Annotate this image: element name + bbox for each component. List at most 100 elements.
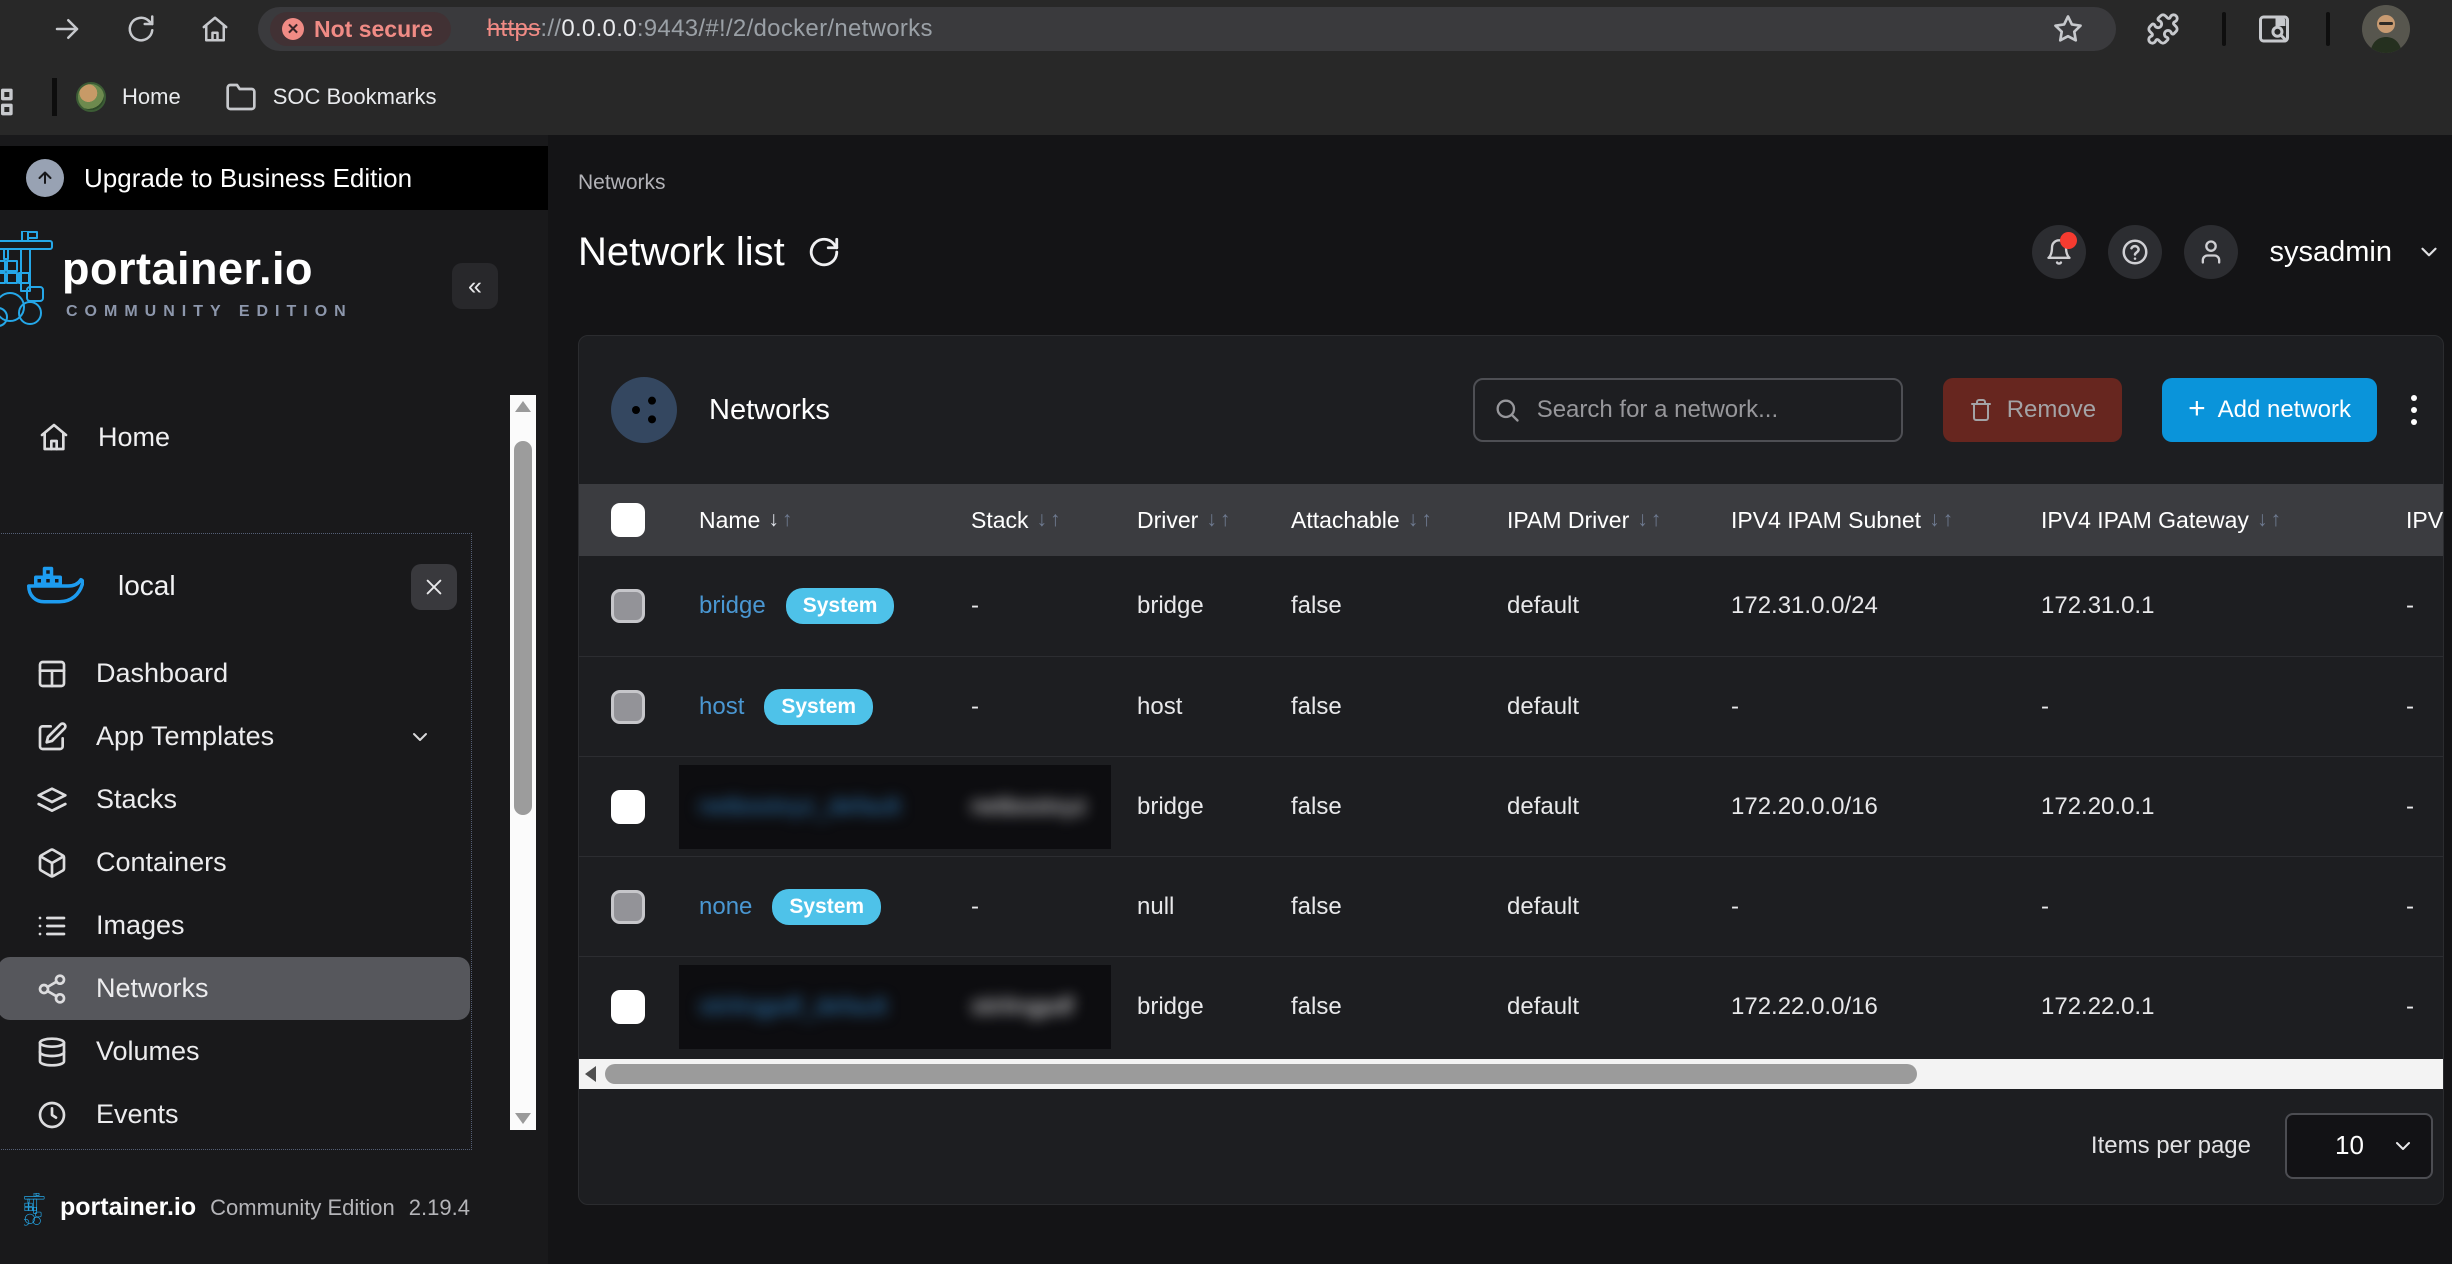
scroll-up-icon[interactable]	[515, 401, 531, 412]
docker-whale-icon	[26, 565, 84, 607]
scrollbar-thumb[interactable]	[514, 441, 532, 815]
toolbar-separator	[2222, 12, 2226, 46]
volumes-icon	[36, 1036, 68, 1068]
column-header-ipv4-ipam-gateway[interactable]: IPV4 IPAM Gateway↓↑	[2041, 507, 2406, 534]
horizontal-scrollbar-thumb[interactable]	[605, 1064, 1917, 1084]
apps-grid-icon[interactable]	[0, 82, 26, 122]
network-name-cell: stirlingpdf_default	[699, 993, 971, 1021]
items-per-page-select[interactable]: 10	[2285, 1113, 2433, 1179]
reload-icon[interactable]	[126, 14, 156, 44]
breadcrumb[interactable]: Networks	[578, 171, 666, 195]
forward-icon[interactable]	[52, 14, 82, 44]
footer-version: 2.19.4	[409, 1195, 470, 1221]
sort-asc-icon: ↑	[1050, 508, 1061, 532]
network-name-link[interactable]: none	[699, 893, 752, 921]
scroll-left-icon[interactable]	[585, 1066, 596, 1082]
sort-asc-icon: ↑	[1421, 508, 1432, 532]
browser-home-icon[interactable]	[200, 14, 230, 44]
attachable-cell: false	[1291, 693, 1507, 721]
ipv4-gateway-cell: 172.31.0.1	[2041, 592, 2406, 620]
row-checkbox[interactable]	[611, 790, 645, 824]
network-name-link[interactable]: stirlingpdf_default	[699, 993, 887, 1021]
extensions-icon[interactable]	[2146, 12, 2180, 46]
upgrade-banner[interactable]: Upgrade to Business Edition	[0, 146, 548, 210]
system-badge: System	[786, 588, 895, 624]
column-header-ipam-driver[interactable]: IPAM Driver↓↑	[1507, 507, 1731, 534]
sidebar-item-volumes[interactable]: Volumes	[0, 1020, 470, 1083]
items-per-page-value: 10	[2335, 1130, 2364, 1161]
close-icon[interactable]	[411, 564, 457, 610]
sidebar-item-label: App Templates	[96, 721, 274, 752]
panel-header: Networks Remove +	[579, 336, 2443, 484]
attachable-cell: false	[1291, 793, 1507, 821]
sidebar-item-home[interactable]: Home	[0, 407, 472, 467]
sidebar-item-stacks[interactable]: Stacks	[0, 768, 470, 831]
column-header-name[interactable]: Name↓↑	[699, 507, 971, 534]
side-panel-search-icon[interactable]	[2256, 11, 2292, 47]
refresh-icon[interactable]	[807, 235, 841, 269]
sort-asc-icon: ↑	[2270, 508, 2281, 532]
column-header-ipv6-ipam-subnet[interactable]: IPV6 IPAM Subnet↓↑	[2406, 507, 2444, 534]
page-header: Network list	[578, 219, 2442, 285]
sidebar-collapse-button[interactable]: «	[452, 263, 498, 309]
stack-cell: -	[971, 592, 1137, 620]
ipv4-gateway-cell: -	[2041, 893, 2406, 921]
sidebar-item-dashboard[interactable]: Dashboard	[0, 642, 470, 705]
notifications-button[interactable]	[2032, 225, 2086, 279]
browser-profile-avatar[interactable]	[2362, 5, 2410, 53]
scroll-down-icon[interactable]	[515, 1113, 531, 1124]
username: sysadmin	[2270, 236, 2393, 269]
network-name-link[interactable]: host	[699, 693, 744, 721]
templates-icon	[36, 721, 68, 753]
remove-button[interactable]: Remove	[1943, 378, 2122, 442]
network-name-link[interactable]: bridge	[699, 592, 766, 620]
bookmark-home[interactable]: Home	[76, 82, 181, 112]
chevron-down-icon[interactable]	[2416, 239, 2442, 265]
security-chip[interactable]: ✕ Not secure	[270, 12, 451, 46]
environment-row[interactable]: local	[0, 556, 471, 616]
network-name-link[interactable]: netbootxyz_default	[699, 793, 900, 821]
column-label: Driver	[1137, 507, 1198, 534]
sidebar-item-label: Events	[96, 1099, 179, 1130]
attachable-cell: false	[1291, 993, 1507, 1021]
sidebar-item-networks[interactable]: Networks	[0, 957, 470, 1020]
table-body: bridgeSystem-bridgefalsedefault172.31.0.…	[579, 556, 2444, 1059]
sidebar-item-events[interactable]: Events	[0, 1083, 470, 1146]
column-label: Attachable	[1291, 507, 1400, 534]
sidebar-nav: Dashboard App Templates StacksContainersIm…	[0, 642, 470, 1146]
sort-desc-icon: ↓	[1929, 508, 1940, 532]
ipv4-subnet-cell: 172.20.0.0/16	[1731, 793, 2041, 821]
user-menu-button[interactable]	[2184, 225, 2238, 279]
column-label: IPV4 IPAM Subnet	[1731, 507, 1921, 534]
networks-icon	[36, 973, 68, 1005]
select-all-checkbox[interactable]	[611, 503, 645, 537]
upgrade-label: Upgrade to Business Edition	[84, 163, 412, 194]
sidebar-item-images[interactable]: Images	[0, 894, 470, 957]
address-bar[interactable]: ✕ Not secure https://0.0.0.0:9443/#!/2/d…	[258, 7, 2116, 51]
bookmark-folder-label: SOC Bookmarks	[273, 84, 437, 110]
security-label: Not secure	[314, 16, 433, 43]
ipv4-gateway-cell: 172.22.0.1	[2041, 993, 2406, 1021]
network-name-cell: hostSystem	[699, 689, 971, 725]
bookmark-folder-soc[interactable]: SOC Bookmarks	[225, 81, 437, 113]
add-network-button[interactable]: + Add network	[2162, 378, 2377, 442]
help-button[interactable]	[2108, 225, 2162, 279]
column-header-stack[interactable]: Stack↓↑	[971, 507, 1137, 534]
driver-cell: host	[1137, 693, 1291, 721]
search-box[interactable]	[1473, 378, 1903, 442]
column-header-driver[interactable]: Driver↓↑	[1137, 507, 1291, 534]
column-header-ipv4-ipam-subnet[interactable]: IPV4 IPAM Subnet↓↑	[1731, 507, 2041, 534]
bookmark-star-icon[interactable]	[2052, 13, 2084, 45]
search-input[interactable]	[1537, 396, 1883, 424]
kebab-menu-icon[interactable]	[2399, 395, 2429, 425]
column-header-attachable[interactable]: Attachable↓↑	[1291, 507, 1507, 534]
ipv6-subnet-cell: -	[2406, 993, 2444, 1021]
brand-subtitle: COMMUNITY EDITION	[66, 303, 353, 321]
home-icon	[38, 421, 70, 453]
row-checkbox[interactable]	[611, 990, 645, 1024]
sidebar-scrollbar[interactable]	[510, 395, 536, 1130]
sidebar-item-app-templates[interactable]: App Templates	[0, 705, 470, 768]
horizontal-scrollbar[interactable]	[579, 1059, 2443, 1089]
sidebar-item-containers[interactable]: Containers	[0, 831, 470, 894]
driver-cell: bridge	[1137, 793, 1291, 821]
